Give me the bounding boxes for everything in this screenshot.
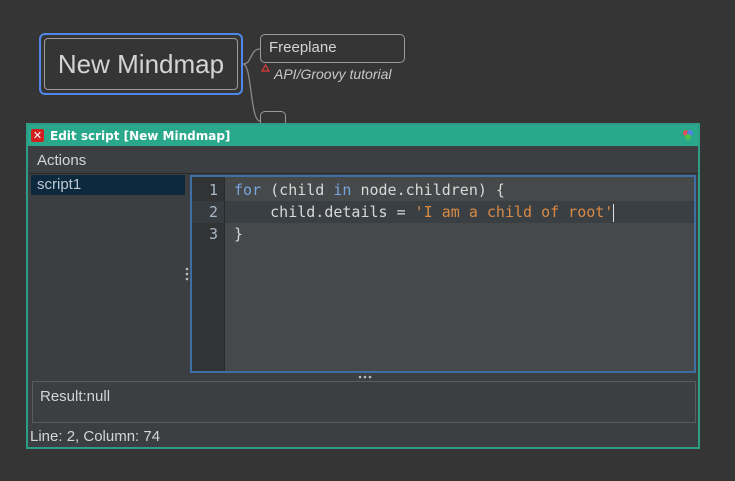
code-line-current: child.details = 'I am a child of root'	[225, 201, 694, 223]
root-node-label: New Mindmap	[44, 38, 238, 90]
details-triangle-icon[interactable]	[261, 64, 270, 72]
script-list: script1	[31, 175, 185, 373]
line-number: 1	[208, 181, 218, 199]
code-token: node.children) {	[351, 181, 505, 199]
splitter-grip-icon[interactable]	[185, 267, 189, 281]
script-list-item[interactable]: script1	[31, 175, 185, 195]
child-node-freeplane[interactable]: Freeplane	[260, 34, 405, 63]
code-line: }	[225, 223, 694, 245]
line-number: 2	[192, 201, 224, 223]
line-number: 3	[208, 225, 218, 243]
result-panel: Result:null	[32, 381, 696, 423]
text-caret	[613, 203, 615, 222]
root-node[interactable]: New Mindmap	[39, 33, 243, 95]
code-token: for	[234, 181, 262, 199]
code-token: }	[234, 225, 244, 243]
code-token: in	[333, 181, 352, 199]
menu-divider	[28, 173, 698, 174]
code-token: child.details =	[234, 203, 415, 221]
script-editor[interactable]: 1 2 3 for (child in node.children) { chi…	[190, 175, 696, 373]
child-node-details: API/Groovy tutorial	[274, 66, 392, 82]
close-icon[interactable]: ✕	[31, 129, 44, 142]
menu-bar: Actions	[28, 148, 698, 172]
splitter-grip-icon[interactable]	[358, 375, 372, 379]
result-text: Result:null	[40, 388, 111, 405]
code-token: 'I am a child of root'	[414, 203, 614, 221]
menu-actions[interactable]: Actions	[37, 152, 86, 169]
code-token: (child	[261, 181, 334, 199]
status-bar: Line: 2, Column: 74	[30, 428, 161, 445]
code-line: for (child in node.children) {	[225, 179, 694, 201]
app-corner-icon	[683, 130, 693, 140]
child-node-label: Freeplane	[269, 39, 337, 56]
edit-script-dialog: ✕ Edit script [New Mindmap] Actions scri…	[26, 123, 700, 449]
line-number-gutter: 1 2 3	[192, 177, 225, 371]
dialog-titlebar[interactable]: ✕ Edit script [New Mindmap]	[28, 125, 698, 146]
code-area[interactable]: for (child in node.children) { child.det…	[225, 177, 694, 371]
dialog-title: Edit script [New Mindmap]	[50, 128, 231, 143]
